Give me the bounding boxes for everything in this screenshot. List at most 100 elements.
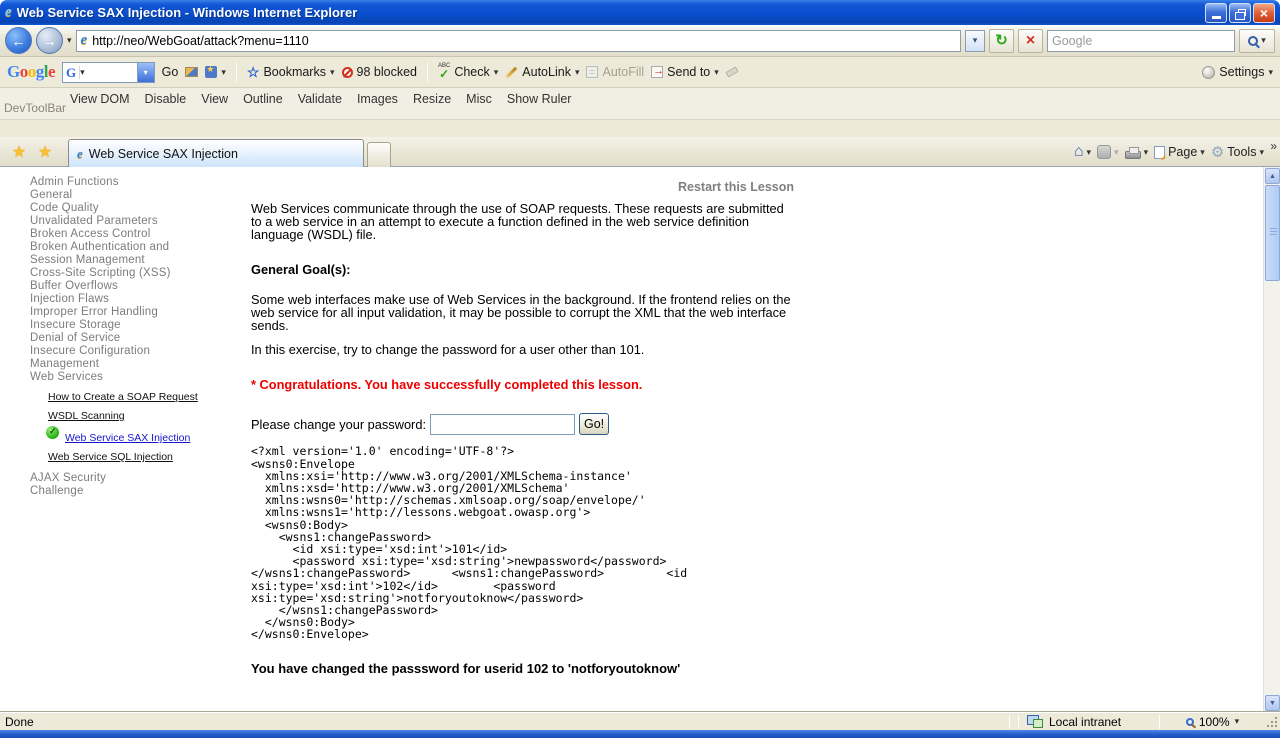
sidebar-category[interactable]: Insecure Configuration Management <box>30 345 202 371</box>
dropdown-icon: ▾ <box>330 67 335 78</box>
sidebar-category[interactable]: Challenge <box>30 485 202 498</box>
sidebar-category[interactable]: Denial of Service <box>30 332 202 345</box>
sidebar-lesson-link[interactable]: How to Create a SOAP Request <box>48 392 198 403</box>
sidebar-lesson-link[interactable]: Web Service SAX Injection <box>48 433 190 444</box>
sidebar-lesson-link[interactable]: Web Service SQL Injection <box>48 452 173 463</box>
add-favorite-button[interactable]: ★ <box>32 140 58 164</box>
google-g-icon: G <box>63 66 80 79</box>
sidebar-category[interactable]: AJAX Security <box>30 472 202 485</box>
password-input[interactable] <box>430 414 575 435</box>
back-button[interactable]: ← <box>5 27 32 54</box>
sidebar-category[interactable]: Improper Error Handling <box>30 306 202 319</box>
search-go-button[interactable]: ▾ <box>1239 29 1275 53</box>
zoom-control[interactable]: 100% ▾ <box>1160 715 1265 729</box>
forward-button[interactable]: → <box>36 27 63 54</box>
favorites-button[interactable]: ★ <box>6 140 32 164</box>
scroll-down-button[interactable]: ▼ <box>1265 695 1280 711</box>
security-zone-panel: Local intranet <box>1019 715 1159 729</box>
exercise-text: In this exercise, try to change the pass… <box>251 344 797 357</box>
search-box[interactable] <box>1047 30 1235 52</box>
devtoolbar-menu-item[interactable]: Misc <box>466 92 492 106</box>
minimize-button[interactable] <box>1205 3 1227 23</box>
google-logo: Google <box>7 62 55 82</box>
devtoolbar-menu-item[interactable]: Images <box>357 92 398 106</box>
dropdown-icon: ▾ <box>1259 147 1264 158</box>
page-menu-button[interactable]: Page▾ <box>1154 145 1205 159</box>
news-button[interactable] <box>185 67 198 77</box>
settings-label: Settings <box>1219 65 1264 79</box>
sidebar-category[interactable]: Insecure Storage <box>30 319 202 332</box>
badge-button[interactable]: ▾ <box>205 66 226 78</box>
congratulations-message: * Congratulations. You have successfully… <box>251 377 797 392</box>
sidebar-lesson-link[interactable]: WSDL Scanning <box>48 411 125 422</box>
sidebar-category[interactable]: Broken Access Control <box>30 228 202 241</box>
lesson-intro-text: Web Services communicate through the use… <box>251 203 797 242</box>
autolink-label: AutoLink <box>522 65 571 79</box>
dropdown-icon: ▾ <box>1235 716 1240 727</box>
lesson-complete-check-icon <box>46 426 59 439</box>
go-button[interactable]: Go! <box>579 413 609 435</box>
password-label: Please change your password: <box>251 417 426 432</box>
search-input[interactable] <box>1052 34 1230 48</box>
restore-button[interactable] <box>1229 3 1251 23</box>
devtoolbar-menu-item[interactable]: View <box>201 92 228 106</box>
vertical-scrollbar[interactable]: ▲ ▼ <box>1263 167 1280 712</box>
sidebar-category[interactable]: Cross-Site Scripting (XSS) <box>30 267 202 280</box>
scrollbar-thumb[interactable] <box>1265 185 1280 281</box>
devtoolbar-menu-item[interactable]: Outline <box>243 92 283 106</box>
address-field[interactable]: e <box>76 30 961 52</box>
sidebar-category[interactable]: Admin Functions <box>30 176 202 189</box>
scroll-up-button[interactable]: ▲ <box>1265 168 1280 184</box>
google-search-dropdown[interactable]: ▾ <box>137 63 154 82</box>
autolink-button[interactable]: AutoLink ▾ <box>505 65 579 79</box>
new-tab-button[interactable] <box>367 142 391 167</box>
settings-button[interactable]: Settings ▾ <box>1202 65 1273 79</box>
feeds-button[interactable]: ▾ <box>1097 145 1119 159</box>
sidebar-category[interactable]: Unvalidated Parameters <box>30 215 202 228</box>
google-go-button[interactable]: Go <box>162 65 179 79</box>
spellcheck-button[interactable]: ABC✓ Check ▾ <box>438 64 498 80</box>
devtoolbar-menu-item[interactable]: Disable <box>145 92 187 106</box>
print-button[interactable]: ▾ <box>1125 146 1149 159</box>
devtoolbar: View DOM Disable View Outline Validate Images… <box>0 88 1280 120</box>
history-dropdown[interactable]: ▾ <box>67 35 72 46</box>
ie-logo-icon: e <box>5 4 12 21</box>
address-dropdown-button[interactable]: ▾ <box>965 30 985 52</box>
sidebar-category[interactable]: Code Quality <box>30 202 202 215</box>
google-search-input[interactable] <box>85 63 137 82</box>
sidebar-category[interactable]: Injection Flaws <box>30 293 202 306</box>
sidebar-category[interactable]: General <box>30 189 202 202</box>
toolbar-overflow-chevron[interactable]: » <box>1270 139 1277 153</box>
devtoolbar-menu-item[interactable]: Validate <box>298 92 342 106</box>
sidebar-category[interactable]: Buffer Overflows <box>30 280 202 293</box>
popup-blocker-button[interactable]: 98 blocked <box>342 65 417 79</box>
goal-text: Some web interfaces make use of Web Serv… <box>251 294 797 333</box>
resize-grip-icon <box>1265 715 1279 729</box>
tab-bar: ★ ★ e Web Service SAX Injection ⌂▾ ▾ ▾ P… <box>0 137 1280 167</box>
devtoolbar-menu-item[interactable]: Show Ruler <box>507 92 572 106</box>
add-favorite-star-icon: ★ <box>38 142 52 162</box>
tab-web-service-sax-injection[interactable]: e Web Service SAX Injection <box>68 139 364 167</box>
lesson-label: WSDL Scanning <box>48 410 125 422</box>
close-button[interactable]: × <box>1253 3 1275 23</box>
bookmarks-button[interactable]: ☆ Bookmarks ▾ <box>247 64 335 81</box>
search-dropdown-icon[interactable]: ▾ <box>1261 35 1266 46</box>
sendto-button[interactable]: Send to ▾ <box>651 65 719 79</box>
home-button[interactable]: ⌂▾ <box>1074 144 1091 160</box>
url-input[interactable] <box>92 34 956 48</box>
tools-menu-button[interactable]: ⚙Tools▾ <box>1211 145 1264 160</box>
wand-icon <box>506 66 517 77</box>
google-search-combo[interactable]: G ▾ ▾ <box>62 62 155 83</box>
dropdown-icon: ▾ <box>1144 147 1149 158</box>
stop-button[interactable]: × <box>1018 29 1043 53</box>
sidebar-category[interactable]: Web Services <box>30 371 202 384</box>
refresh-button[interactable]: ↻ <box>989 29 1014 53</box>
devtoolbar-menu-item[interactable]: View DOM <box>70 92 130 106</box>
go-label: Go <box>162 65 179 79</box>
devtoolbar-menu-item[interactable]: Resize <box>413 92 451 106</box>
result-message: You have changed the passsword for useri… <box>251 661 797 676</box>
security-zone-label: Local intranet <box>1049 715 1121 729</box>
sidebar-category[interactable]: Broken Authentication and Session Manage… <box>30 241 202 267</box>
title-bar: e Web Service SAX Injection - Windows In… <box>0 0 1280 25</box>
restart-lesson-link[interactable]: Restart this Lesson <box>251 181 797 194</box>
